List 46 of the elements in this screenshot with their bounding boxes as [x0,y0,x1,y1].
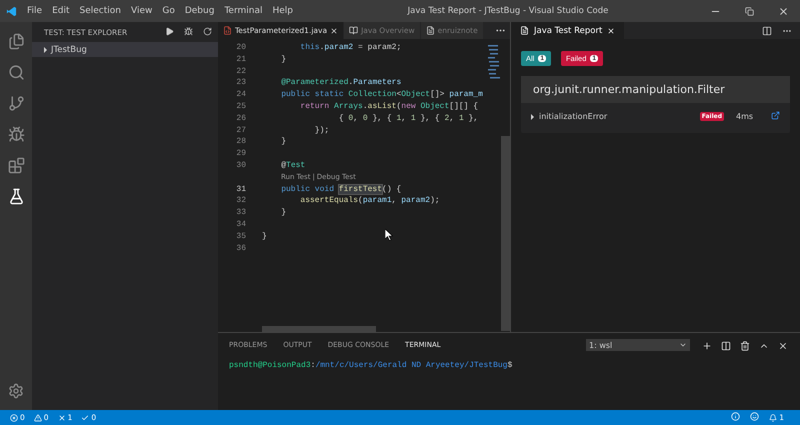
line-number: 21 [235,54,247,66]
code-line: } [280,54,286,66]
line-number: 30 [235,160,247,172]
report-tab[interactable]: Java Test Report [511,22,624,39]
menu-item[interactable]: Debug [180,6,220,16]
code-line: }); [314,124,330,136]
menu-item[interactable]: File [22,6,48,16]
code-line: { 0, 0 }, { 1, 1 }, { 2, 1 }, [338,112,478,125]
code-line: } [280,207,286,219]
line-number: 20 [235,42,247,54]
terminal-select[interactable]: 1: wsl [586,339,690,351]
menu-item[interactable]: Terminal [219,6,268,16]
menu-item[interactable]: Help [267,6,298,16]
window-title: Java Test Report - JTestBug - Visual Studio Code [406,6,610,16]
code-line: } [280,136,286,148]
code-line: @Test [280,160,306,172]
code-line: this.param2 = param2; [299,42,402,54]
line-number: 27 [235,124,247,136]
suite-title: org.junit.runner.manipulation.Filter [521,76,790,103]
duration: 4ms [735,112,754,121]
menu-item[interactable]: Go [157,6,180,16]
line-number: 34 [235,218,247,231]
line-number: 24 [235,89,247,101]
line-number: 29 [235,148,247,160]
line-number: 25 [235,100,247,113]
code-line: public void firstTest() { [280,184,402,196]
line-number: 23 [235,77,247,90]
menu-item[interactable]: View [126,6,158,16]
line-number: 32 [235,195,247,208]
line-number: 35 [235,230,247,243]
code-line: } [262,230,267,243]
line-number: 28 [235,136,247,148]
code-line: return Arrays.asList(new Object[][] { [299,100,478,113]
code-line: public static Collection<Object[]> param_m [280,89,483,101]
line-number: 36 [235,242,247,254]
terminal-prompt: psndth@PoisonPad3:/mnt/c/Users/Gerald ND Aryeetey/JTestBug$ [228,360,514,372]
code-line: @Parameterized.Parameters [280,77,402,90]
line-number: 31 [235,184,247,196]
line-number: 22 [235,66,247,78]
code-line: assertEquals(param1, param2); [299,195,440,208]
test-name[interactable]: initializationError [539,112,695,121]
line-number: 33 [235,207,247,219]
line-number: 26 [235,112,247,125]
menu-item[interactable]: Selection [74,6,126,16]
menu-item[interactable]: Edit [47,6,74,16]
tree-item[interactable]: JTestBug [32,42,218,57]
